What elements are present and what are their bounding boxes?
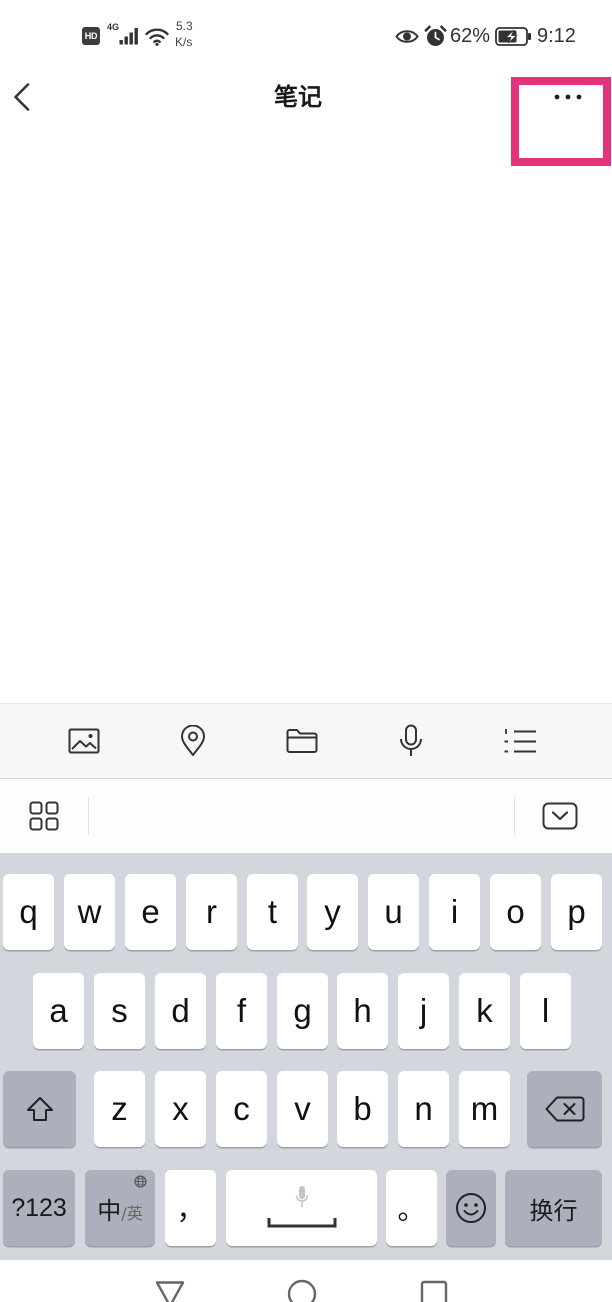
period-key-label: 。: [397, 1193, 426, 1226]
insert-location-button[interactable]: [167, 715, 219, 767]
wifi-icon: [145, 28, 169, 46]
signal-icon: [119, 28, 138, 45]
list-format-button[interactable]: [494, 715, 546, 767]
key-w[interactable]: w: [64, 874, 115, 950]
space-key[interactable]: [226, 1170, 377, 1246]
location-icon: [181, 725, 205, 756]
chevron-left-icon: [14, 83, 30, 111]
key-o[interactable]: o: [490, 874, 541, 950]
key-j[interactable]: j: [398, 973, 449, 1049]
back-button[interactable]: [4, 74, 44, 122]
key-h[interactable]: h: [337, 973, 388, 1049]
language-key-label: 中/英: [97, 1189, 142, 1227]
image-icon: [68, 728, 100, 754]
key-n[interactable]: n: [398, 1071, 449, 1147]
globe-icon: [134, 1175, 147, 1188]
key-z[interactable]: z: [94, 1071, 145, 1147]
key-y[interactable]: y: [307, 874, 358, 950]
key-r[interactable]: r: [186, 874, 237, 950]
clock-time: 9:12: [537, 25, 576, 47]
more-horizontal-icon: [554, 94, 582, 100]
folder-icon: [286, 729, 318, 753]
battery-percent: 62%: [450, 25, 491, 47]
key-p[interactable]: p: [551, 874, 602, 950]
hd-badge: HD: [82, 27, 100, 45]
key-x[interactable]: x: [155, 1071, 206, 1147]
enter-key[interactable]: 换行: [505, 1170, 602, 1246]
divider: [88, 797, 89, 835]
insert-image-button[interactable]: [58, 715, 110, 767]
alarm-icon: [424, 25, 447, 46]
language-switch-key[interactable]: 中/英: [85, 1170, 155, 1246]
keyboard-top-bar: [0, 779, 612, 853]
insert-file-button[interactable]: [276, 715, 328, 767]
key-d[interactable]: d: [155, 973, 206, 1049]
microphone-icon: [295, 1186, 309, 1207]
voice-input-button[interactable]: [385, 715, 437, 767]
backspace-key[interactable]: [527, 1071, 602, 1147]
system-navigation-bar: [0, 1260, 612, 1302]
home-circle-icon: [287, 1279, 317, 1302]
keyboard: q w e r t y u i o p a s d f g h j k l z …: [0, 853, 612, 1260]
key-c[interactable]: c: [216, 1071, 267, 1147]
nav-recents-button[interactable]: [420, 1280, 448, 1302]
key-t[interactable]: t: [247, 874, 298, 950]
language-key-alt-label: /英: [121, 1204, 143, 1223]
key-l[interactable]: l: [520, 973, 571, 1049]
network-type-label: 4G: [107, 22, 120, 32]
key-e[interactable]: e: [125, 874, 176, 950]
backspace-icon: [545, 1096, 584, 1122]
key-m[interactable]: m: [459, 1071, 510, 1147]
key-k[interactable]: k: [459, 973, 510, 1049]
enter-key-label: 换行: [529, 1196, 578, 1225]
language-key-main-label: 中: [97, 1197, 122, 1225]
key-v[interactable]: v: [277, 1071, 328, 1147]
hide-keyboard-button[interactable]: [534, 790, 586, 842]
microphone-icon: [400, 724, 422, 756]
numbered-list-icon: [504, 728, 536, 752]
grid-icon: [29, 801, 59, 831]
key-u[interactable]: u: [368, 874, 419, 950]
key-f[interactable]: f: [216, 973, 267, 1049]
symbols-key-label: ?123: [11, 1193, 67, 1222]
back-triangle-icon: [155, 1281, 185, 1302]
period-key[interactable]: 。: [386, 1170, 437, 1246]
divider: [514, 797, 515, 835]
app-header: 笔记: [0, 70, 612, 130]
comma-key-label: ，: [176, 1193, 205, 1226]
space-icon: [267, 1218, 337, 1228]
nav-back-button[interactable]: [155, 1280, 185, 1302]
nav-home-button[interactable]: [287, 1279, 317, 1302]
key-b[interactable]: b: [337, 1071, 388, 1147]
eye-icon: [395, 30, 419, 43]
network-speed-unit: K/s: [175, 35, 193, 49]
status-bar: HD 4G 5.3 K/s 62% 9:12: [0, 0, 612, 70]
key-i[interactable]: i: [429, 874, 480, 950]
more-options-button[interactable]: [540, 80, 596, 120]
shift-icon: [26, 1097, 53, 1121]
keyboard-menu-button[interactable]: [18, 790, 70, 842]
note-toolbar: [0, 703, 612, 779]
battery-charging-icon: [495, 27, 531, 46]
key-a[interactable]: a: [33, 973, 84, 1049]
symbols-key[interactable]: ?123: [3, 1170, 75, 1246]
shift-key[interactable]: [3, 1071, 76, 1147]
emoji-icon: [456, 1193, 486, 1223]
key-s[interactable]: s: [94, 973, 145, 1049]
comma-key[interactable]: ，: [165, 1170, 216, 1246]
emoji-key[interactable]: [446, 1170, 496, 1246]
key-q[interactable]: q: [3, 874, 54, 950]
page-title: 笔记: [274, 83, 322, 111]
key-g[interactable]: g: [277, 973, 328, 1049]
network-speed-value: 5.3: [176, 19, 193, 33]
recents-square-icon: [420, 1280, 448, 1302]
keyboard-hide-icon: [542, 802, 578, 830]
